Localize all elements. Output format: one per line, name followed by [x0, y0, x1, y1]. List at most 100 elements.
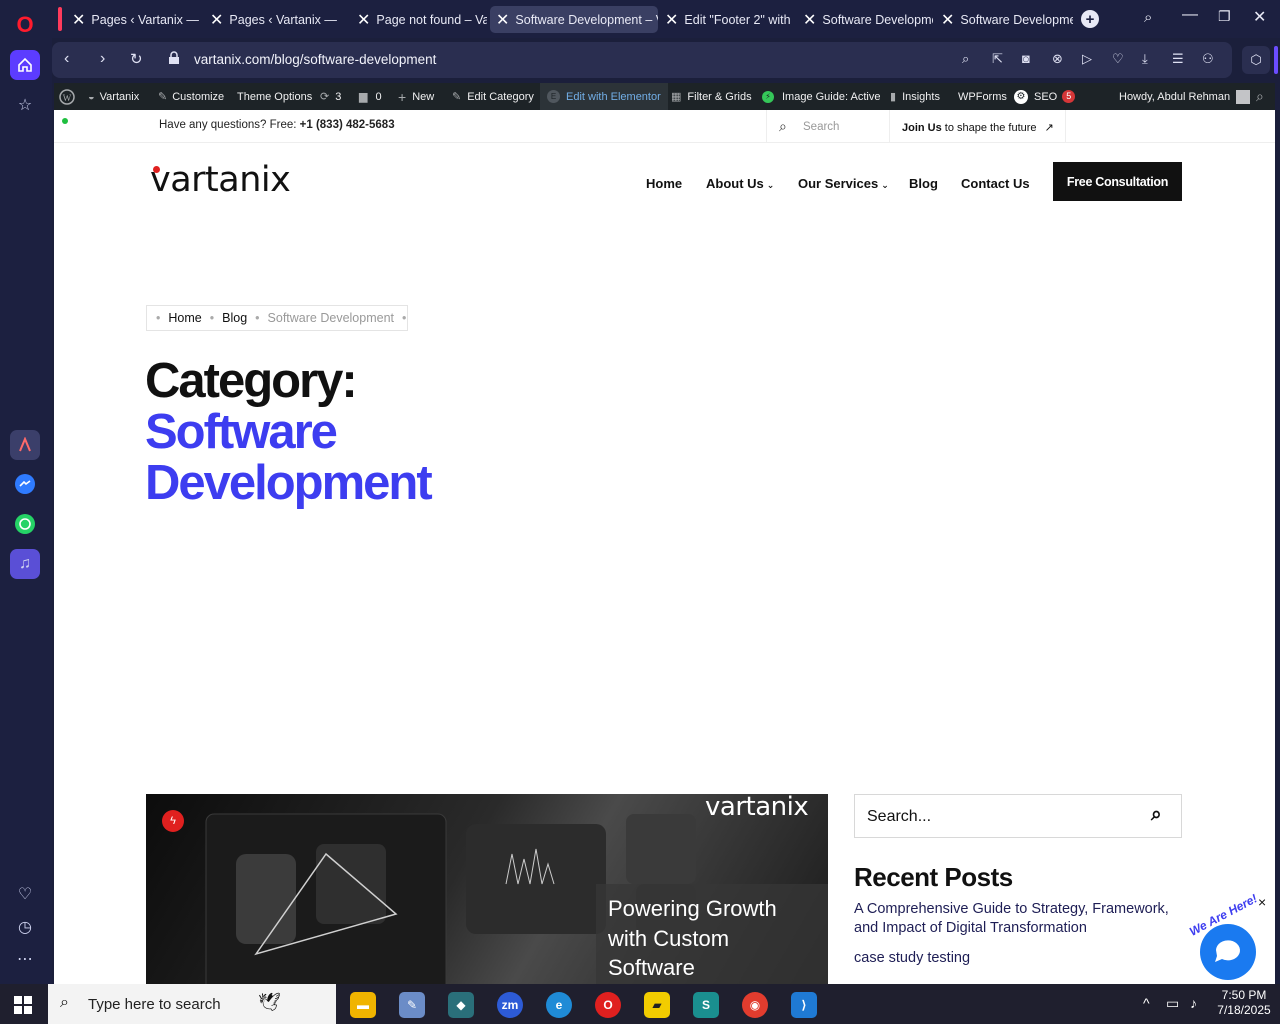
wp-filter-grids[interactable]: ▦ Filter & Grids [671, 83, 752, 110]
tab-3[interactable]: ✕ Page not found – Va [351, 6, 487, 33]
chrome-icon[interactable]: ◉ [742, 992, 768, 1018]
taskbar-clock[interactable]: 7:50 PM 7/18/2025 [1214, 988, 1274, 1018]
tab-5[interactable]: ✕ Edit "Footer 2" with I [659, 6, 793, 33]
nav-our-services[interactable]: Our Services ⌄ [798, 176, 889, 191]
url-bar[interactable]: ‹ › ↻ vartanix.com/blog/software-develop… [52, 42, 1232, 78]
wp-search-icon[interactable]: ⌕ [1256, 83, 1264, 110]
restore-icon[interactable]: ❐ [1218, 8, 1231, 25]
arrow-up-right-icon: ↗ [1044, 122, 1054, 134]
close-window-icon[interactable]: ✕ [1253, 7, 1266, 27]
wp-wpforms[interactable]: WPForms [958, 83, 1007, 110]
app-s-icon[interactable]: S [693, 992, 719, 1018]
wp-site-link[interactable]: ◒ Vartanix [88, 83, 139, 110]
topbar-phone[interactable]: +1 (833) 482-5683 [300, 119, 395, 131]
whatsapp-icon[interactable] [10, 509, 40, 539]
extensions-icon[interactable]: ⬡ [1242, 46, 1270, 74]
sidebar-toggle[interactable] [1274, 46, 1278, 74]
app-diamond-icon[interactable]: ◆ [448, 992, 474, 1018]
send-icon[interactable]: ▷ [1082, 51, 1092, 67]
wp-customize[interactable]: ✎ Customize [158, 83, 224, 110]
widget-search-input[interactable]: Search... [867, 808, 931, 826]
music-player-icon[interactable]: ♫ [10, 549, 40, 579]
wp-new[interactable]: + New [398, 83, 434, 110]
wp-theme-options[interactable]: Theme Options [237, 83, 312, 110]
featured-post-image[interactable]: ϟ vartanix Powering Growth with Custom S… [146, 794, 828, 984]
tab-6[interactable]: ✕ Software Developme [797, 6, 933, 33]
adblock-icon[interactable]: ⊗ [1052, 51, 1063, 67]
lens-icon[interactable]: ⌕ [962, 51, 969, 67]
file-explorer-icon[interactable]: ▬ [350, 992, 376, 1018]
minimize-icon[interactable]: — [1182, 6, 1198, 24]
free-consultation-button[interactable]: Free Consultation [1053, 162, 1182, 201]
tab-2[interactable]: ✕ Pages ‹ Vartanix — W [204, 6, 340, 33]
chat-bubble-icon[interactable] [1200, 924, 1256, 980]
wp-image-guide[interactable]: ⚡ Image Guide: Active [762, 83, 880, 110]
recent-post-1[interactable]: A Comprehensive Guide to Strategy, Frame… [854, 900, 1174, 938]
breadcrumb-blog[interactable]: Blog [222, 311, 247, 325]
wp-updates[interactable]: ⟳ 3 [320, 83, 341, 110]
camera-icon[interactable]: ◙ [1022, 51, 1030, 66]
sticky-notes-icon[interactable]: ▰ [644, 992, 670, 1018]
chat-widget[interactable]: We Are Here! × [1178, 891, 1275, 980]
star-icon[interactable]: ☆ [10, 90, 40, 120]
vartanix-favicon-icon: ✕ [357, 11, 371, 29]
bookmark-heart-icon[interactable]: ♡ [1112, 51, 1124, 67]
taskbar-search[interactable]: ⌕ Type here to search 🕊 [48, 984, 336, 1024]
topbar-search[interactable]: ⌕ Search [766, 110, 890, 143]
breadcrumb-home[interactable]: Home [168, 311, 201, 325]
widget-search[interactable]: Search... ⌕ [854, 794, 1182, 838]
recent-post-2[interactable]: case study testing [854, 950, 970, 966]
nav-about-us[interactable]: About Us ⌄ [706, 176, 774, 191]
page-title-prefix: Category: [145, 354, 358, 408]
tab-search-icon[interactable]: ⌕ [1144, 9, 1152, 26]
post-title[interactable]: Powering Growth with Custom Software [596, 884, 828, 984]
wordpress-logo-icon[interactable]: W [59, 83, 75, 110]
home-icon[interactable] [10, 50, 40, 80]
nav-home[interactable]: Home [646, 176, 682, 191]
url-text[interactable]: vartanix.com/blog/software-development [194, 52, 436, 67]
network-icon[interactable]: ▭ [1166, 995, 1179, 1012]
paint-icon[interactable]: ✎ [399, 992, 425, 1018]
brush-icon: ✎ [158, 91, 168, 103]
windows-start-icon[interactable] [14, 996, 32, 1019]
tab-7[interactable]: ✕ Software Developme [935, 6, 1073, 33]
avatar [1236, 89, 1251, 104]
wp-comments[interactable]: ▆ 0 [359, 83, 382, 110]
reload-icon[interactable]: ↻ [130, 50, 143, 68]
share-icon[interactable]: ⇱ [992, 51, 1003, 67]
forward-icon[interactable]: › [100, 50, 105, 68]
grid-icon: ▦ [671, 91, 682, 103]
messenger-icon[interactable] [10, 469, 40, 499]
heart-icon[interactable]: ♡ [10, 879, 40, 909]
search-icon[interactable]: ⌕ [1151, 804, 1162, 826]
back-icon[interactable]: ‹ [64, 50, 69, 68]
edge-icon[interactable]: e [546, 992, 572, 1018]
search-icon: ⌕ [779, 118, 787, 134]
wp-seo[interactable]: ⚙ SEO 5 [1014, 83, 1076, 110]
menu-icon[interactable]: ☰ [1172, 51, 1184, 67]
aria-icon[interactable] [10, 430, 40, 460]
chat-close-icon[interactable]: × [1258, 894, 1266, 910]
more-icon[interactable]: ⋯ [10, 944, 40, 974]
vscode-icon[interactable]: ⟩ [791, 992, 817, 1018]
nav-contact-us[interactable]: Contact Us [961, 176, 1030, 191]
wp-edit-category[interactable]: ✎ Edit Category [452, 83, 534, 110]
profile-icon[interactable]: ⚇ [1202, 51, 1214, 67]
opera-logo-icon[interactable]: O [10, 10, 40, 40]
new-tab-button[interactable]: + [1081, 10, 1099, 28]
wp-insights[interactable]: ▮ Insights [890, 83, 940, 110]
join-us-link[interactable]: Join Us to shape the future ↗ [890, 110, 1066, 143]
nav-blog[interactable]: Blog [909, 176, 938, 191]
tab-4-active[interactable]: ✕ Software Development – V [490, 6, 658, 33]
site-logo[interactable]: vartanix [150, 160, 291, 200]
wp-edit-elementor[interactable]: E Edit with Elementor [540, 83, 668, 110]
tray-chevron-up-icon[interactable]: ^ [1143, 995, 1150, 1011]
history-icon[interactable]: ◷ [10, 912, 40, 942]
download-icon[interactable]: ⤓ [1142, 51, 1148, 67]
wp-howdy[interactable]: Howdy, Abdul Rehman [1119, 83, 1251, 110]
volume-icon[interactable]: ♪ [1190, 995, 1197, 1011]
tab-1[interactable]: ✕ Pages ‹ Vartanix — W [66, 6, 202, 33]
opera-icon[interactable]: O [595, 992, 621, 1018]
zoom-icon[interactable]: zm [497, 992, 523, 1018]
lock-icon[interactable] [168, 51, 180, 70]
